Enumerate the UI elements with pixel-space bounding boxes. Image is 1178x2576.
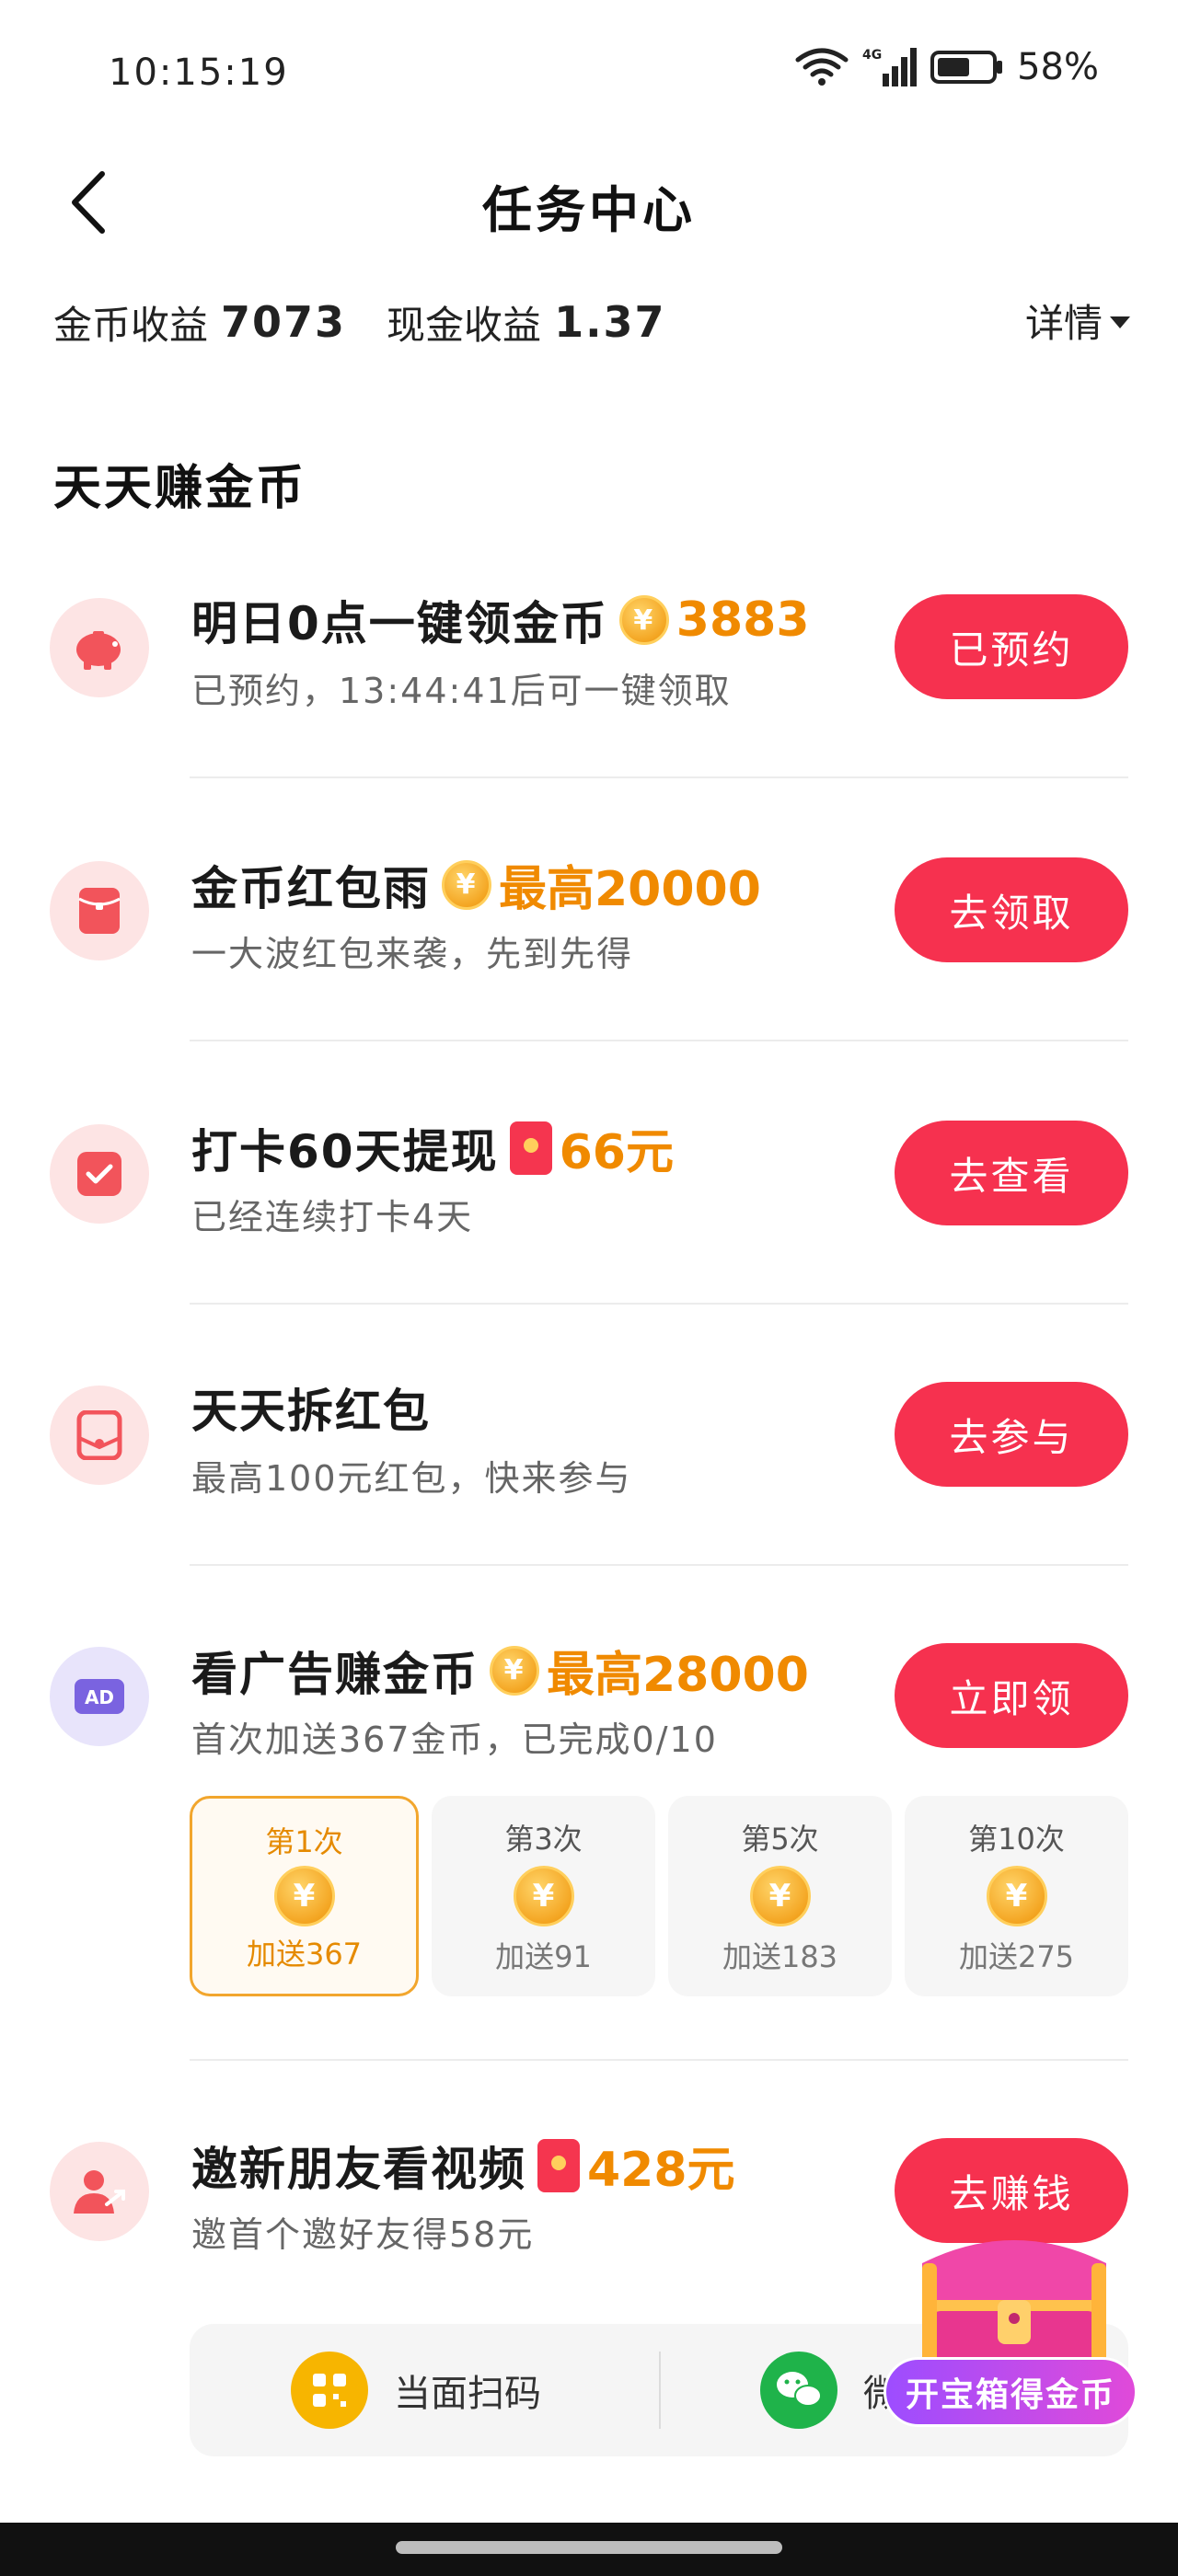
task-item: 打卡60天提现 66元 已经连续打卡4天 去查看 xyxy=(0,1097,1178,1308)
scan-qr-label: 当面扫码 xyxy=(394,2373,541,2415)
divider xyxy=(659,2352,661,2429)
ad-tier-bonus: 加送275 xyxy=(958,1939,1075,1974)
coin-icon: ¥ xyxy=(986,1866,1047,1926)
task-title: 打卡60天提现 66元 xyxy=(191,1113,674,1182)
open-envelope-icon xyxy=(50,1386,149,1485)
ad-tier-label: 第3次 xyxy=(504,1822,583,1857)
scan-qr-option[interactable]: 当面扫码 xyxy=(291,2324,541,2456)
battery-percent: 58% xyxy=(1017,46,1099,88)
divider xyxy=(190,2059,1128,2061)
reserved-button[interactable]: 已预约 xyxy=(895,594,1128,699)
task-subtitle: 最高100元红包，快来参与 xyxy=(191,1458,632,1499)
participate-button[interactable]: 去参与 xyxy=(895,1382,1128,1487)
coin-earnings-value: 7073 xyxy=(221,297,347,347)
wechat-option[interactable]: 微 xyxy=(760,2324,900,2456)
status-time: 10:15:19 xyxy=(109,52,289,94)
task-subtitle: 邀首个邀好友得58元 xyxy=(191,2214,535,2255)
coin-earnings-label: 金币收益 xyxy=(53,302,209,348)
task-reward: ¥ 3883 xyxy=(618,592,810,648)
wifi-icon xyxy=(795,48,849,86)
coin-icon: ¥ xyxy=(490,1645,539,1696)
section-title: 天天赚金币 xyxy=(53,461,307,516)
earnings-summary: 金币收益 7073 现金收益 1.37 详情 xyxy=(53,293,1130,351)
red-packet-icon xyxy=(537,2138,580,2192)
task-subtitle: 首次加送367金币，已完成0/10 xyxy=(191,1719,718,1760)
task-item: 金币红包雨 ¥ 最高20000 一大波红包来袭，先到先得 去领取 xyxy=(0,834,1178,1045)
task-item: 天天拆红包 最高100元红包，快来参与 去参与 xyxy=(0,1358,1178,1570)
treasure-chest-label[interactable]: 开宝箱得金币 xyxy=(884,2357,1138,2427)
divider xyxy=(190,776,1128,778)
task-reward: 428元 xyxy=(537,2131,735,2200)
ad-tier-card[interactable]: 第3次 ¥ 加送91 xyxy=(432,1796,655,1996)
ad-tier-card[interactable]: 第1次 ¥ 加送367 xyxy=(190,1796,419,1996)
wechat-icon xyxy=(760,2352,837,2429)
task-title: 邀新朋友看视频 428元 xyxy=(191,2131,735,2200)
red-packet-icon xyxy=(509,1121,552,1175)
task-title: 天天拆红包 xyxy=(191,1385,431,1438)
home-indicator[interactable] xyxy=(396,2541,782,2554)
ad-tier-label: 第5次 xyxy=(741,1822,819,1857)
svg-text:AD: AD xyxy=(85,1686,114,1708)
cellular-signal-icon: 4G xyxy=(862,48,918,86)
ad-reward-tiers: 第1次 ¥ 加送367 第3次 ¥ 加送91 第5次 ¥ 加送183 第10次 … xyxy=(190,1796,1128,1996)
cash-earnings-label: 现金收益 xyxy=(387,302,542,348)
qr-code-icon xyxy=(291,2352,368,2429)
header: 任务中心 xyxy=(0,156,1178,248)
ad-icon: AD xyxy=(50,1647,149,1746)
task-subtitle: 已预约，13:44:41后可一键领取 xyxy=(191,671,732,711)
system-nav-bar xyxy=(0,2523,1178,2576)
coin-icon: ¥ xyxy=(749,1866,811,1926)
task-title: 看广告赚金币 ¥ 最高28000 xyxy=(191,1636,809,1705)
task-subtitle: 已经连续打卡4天 xyxy=(191,1197,474,1237)
divider xyxy=(190,1040,1128,1041)
status-icons: 4G 58% xyxy=(794,46,1099,88)
ad-tier-label: 第1次 xyxy=(265,1824,343,1859)
piggy-bank-icon xyxy=(50,598,149,697)
claim-button[interactable]: 去领取 xyxy=(895,857,1128,962)
task-item: 明日0点一键领金币 ¥ 3883 已预约，13:44:41后可一键领取 已预约 xyxy=(0,570,1178,782)
ad-tier-bonus: 加送183 xyxy=(722,1939,838,1974)
task-reward: 66元 xyxy=(509,1113,674,1182)
view-button[interactable]: 去查看 xyxy=(895,1121,1128,1225)
divider xyxy=(190,1303,1128,1305)
status-bar: 10:15:19 4G 58% xyxy=(0,0,1178,147)
coin-icon: ¥ xyxy=(273,1866,335,1926)
ad-tier-card[interactable]: 第5次 ¥ 加送183 xyxy=(668,1796,892,1996)
coin-icon: ¥ xyxy=(513,1866,574,1926)
battery-icon xyxy=(930,51,1003,84)
coin-icon: ¥ xyxy=(442,859,491,910)
ad-tier-card[interactable]: 第10次 ¥ 加送275 xyxy=(905,1796,1128,1996)
divider xyxy=(190,1564,1128,1566)
ad-tier-label: 第10次 xyxy=(968,1822,1065,1857)
task-title: 明日0点一键领金币 ¥ 3883 xyxy=(191,592,810,650)
details-label: 详情 xyxy=(1024,301,1103,346)
task-subtitle: 一大波红包来袭，先到先得 xyxy=(191,934,634,974)
cash-earnings-value: 1.37 xyxy=(554,297,666,347)
task-reward: ¥ 最高20000 xyxy=(442,850,761,919)
checkin-icon xyxy=(50,1124,149,1224)
details-button[interactable]: 详情 xyxy=(1025,293,1130,349)
claim-now-button[interactable]: 立即领 xyxy=(895,1643,1128,1748)
task-reward: ¥ 最高28000 xyxy=(490,1636,809,1705)
red-envelope-icon xyxy=(50,861,149,960)
invite-friends-icon xyxy=(50,2142,149,2241)
page-title: 任务中心 xyxy=(482,181,696,239)
network-type: 4G xyxy=(862,48,882,63)
ad-tier-bonus: 加送367 xyxy=(246,1937,363,1972)
task-title: 金币红包雨 ¥ 最高20000 xyxy=(191,850,761,919)
caret-down-icon xyxy=(1110,316,1130,328)
coin-icon: ¥ xyxy=(618,595,669,645)
ad-tier-bonus: 加送91 xyxy=(495,1939,592,1974)
